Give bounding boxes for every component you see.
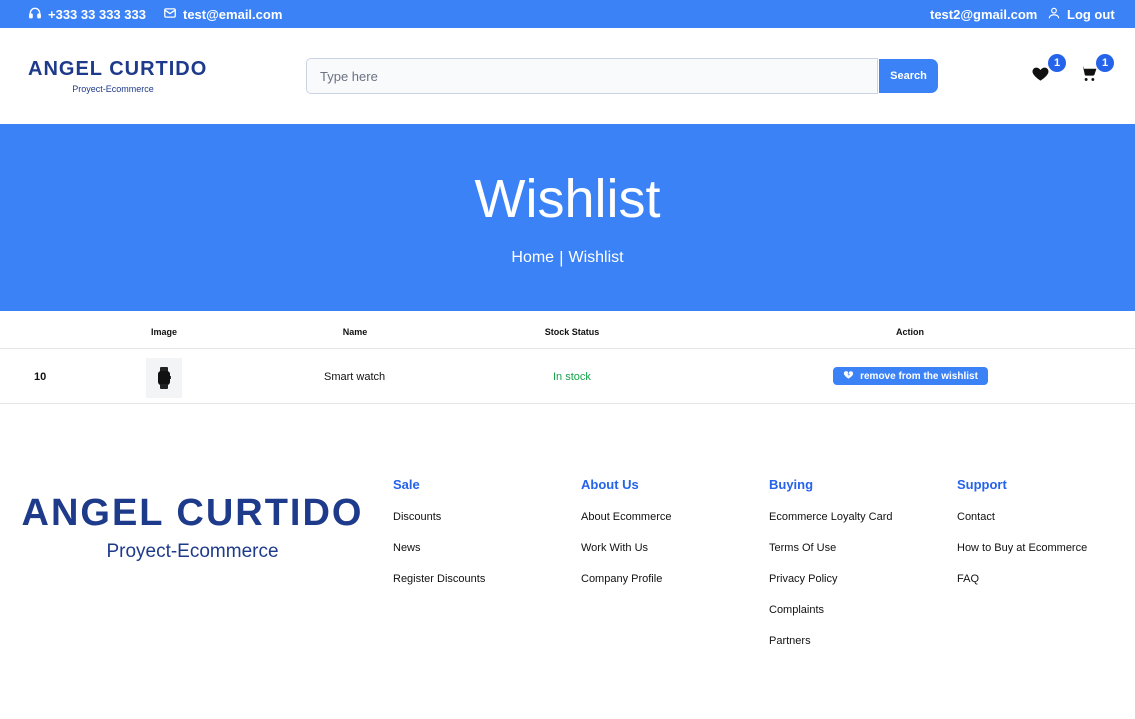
user-email-text: test2@gmail.com	[930, 6, 1038, 22]
footer-link-company-profile[interactable]: Company Profile	[581, 573, 761, 604]
column-header-image: Image	[150, 327, 178, 337]
product-image[interactable]	[146, 358, 182, 398]
breadcrumb: Home | Wishlist	[0, 248, 1135, 268]
breadcrumb-home[interactable]: Home	[511, 249, 554, 267]
footer-column-buying: Buying Ecommerce Loyalty Card Terms Of U…	[769, 477, 949, 666]
phone-contact: +333 33 333 333	[28, 0, 146, 28]
footer-link-work-with-us[interactable]: Work With Us	[581, 542, 761, 573]
row-id: 10	[34, 370, 47, 383]
email-contact[interactable]: test@email.com	[163, 0, 282, 28]
footer-link-faq[interactable]: FAQ	[957, 573, 1135, 604]
logout-label[interactable]: Log out	[1067, 7, 1115, 22]
search-button[interactable]: Search	[879, 59, 938, 93]
envelope-icon	[163, 6, 177, 23]
footer-column-about: About Us About Ecommerce Work With Us Co…	[581, 477, 761, 604]
cart-button[interactable]	[1078, 66, 1098, 86]
user-icon	[1047, 6, 1061, 23]
footer-logo[interactable]: ANGEL CURTIDO Proyect-Ecommerce	[20, 492, 365, 563]
footer-link-complaints[interactable]: Complaints	[769, 604, 949, 635]
remove-from-wishlist-button[interactable]: remove from the wishlist	[833, 367, 988, 385]
user-email: test2@gmail.com	[930, 0, 1037, 28]
footer-heading-about: About Us	[581, 477, 639, 492]
footer-link-privacy[interactable]: Privacy Policy	[769, 573, 949, 604]
wishlist-count-badge: 1	[1048, 54, 1066, 72]
logo[interactable]: ANGEL CURTIDO Proyect-Ecommerce	[28, 58, 208, 94]
logout-link[interactable]: Log out	[1047, 0, 1115, 28]
cart-icon	[1079, 64, 1098, 88]
table-row: 10 Smart watch In stock remove from the …	[0, 349, 1135, 404]
contact-email: test@email.com	[183, 6, 283, 22]
footer-link-partners[interactable]: Partners	[769, 635, 949, 666]
breadcrumb-separator: |	[559, 248, 564, 267]
column-header-name: Name	[342, 327, 368, 337]
heart-icon	[1031, 64, 1050, 88]
broken-heart-icon	[843, 369, 854, 383]
footer-column-sale: Sale Discounts News Register Discounts	[393, 477, 573, 604]
footer-link-news[interactable]: News	[393, 542, 573, 573]
remove-label: remove from the wishlist	[860, 370, 978, 382]
footer-link-terms[interactable]: Terms Of Use	[769, 542, 949, 573]
column-header-action: Action	[896, 327, 924, 337]
footer-heading-sale: Sale	[393, 477, 420, 492]
footer: ANGEL CURTIDO Proyect-Ecommerce Sale Dis…	[0, 404, 1135, 719]
footer-logo-title: ANGEL CURTIDO	[21, 492, 364, 534]
footer-link-discounts[interactable]: Discounts	[393, 511, 573, 542]
footer-link-how-to-buy[interactable]: How to Buy at Ecommerce	[957, 542, 1135, 573]
footer-column-support: Support Contact How to Buy at Ecommerce …	[957, 477, 1135, 604]
footer-link-register-discounts[interactable]: Register Discounts	[393, 573, 573, 604]
table-header: Image Name Stock Status Action	[0, 311, 1135, 349]
footer-link-about-ecommerce[interactable]: About Ecommerce	[581, 511, 761, 542]
footer-link-contact[interactable]: Contact	[957, 511, 1135, 542]
headphones-icon	[28, 6, 42, 23]
logo-subtitle: Proyect-Ecommerce	[72, 84, 154, 94]
wishlist-button[interactable]	[1030, 66, 1050, 86]
page-title: Wishlist	[474, 169, 661, 229]
column-header-stock: Stock Status	[544, 327, 600, 337]
breadcrumb-current: Wishlist	[568, 249, 624, 266]
footer-heading-support: Support	[957, 477, 1007, 492]
smart-watch-image	[158, 367, 171, 389]
phone-number: +333 33 333 333	[48, 6, 146, 22]
footer-logo-subtitle: Proyect-Ecommerce	[106, 541, 279, 562]
logo-title: ANGEL CURTIDO	[28, 58, 208, 80]
search-input[interactable]	[306, 58, 878, 94]
page-hero: Wishlist Home | Wishlist	[0, 124, 1135, 311]
footer-heading-buying: Buying	[769, 477, 814, 492]
cart-count-badge: 1	[1096, 54, 1114, 72]
footer-link-loyalty-card[interactable]: Ecommerce Loyalty Card	[769, 511, 949, 542]
header: ANGEL CURTIDO Proyect-Ecommerce Search 1…	[0, 28, 1135, 124]
product-name[interactable]: Smart watch	[324, 349, 385, 404]
stock-status: In stock	[553, 370, 591, 383]
top-bar: +333 33 333 333 test@email.com test2@gma…	[0, 0, 1135, 28]
